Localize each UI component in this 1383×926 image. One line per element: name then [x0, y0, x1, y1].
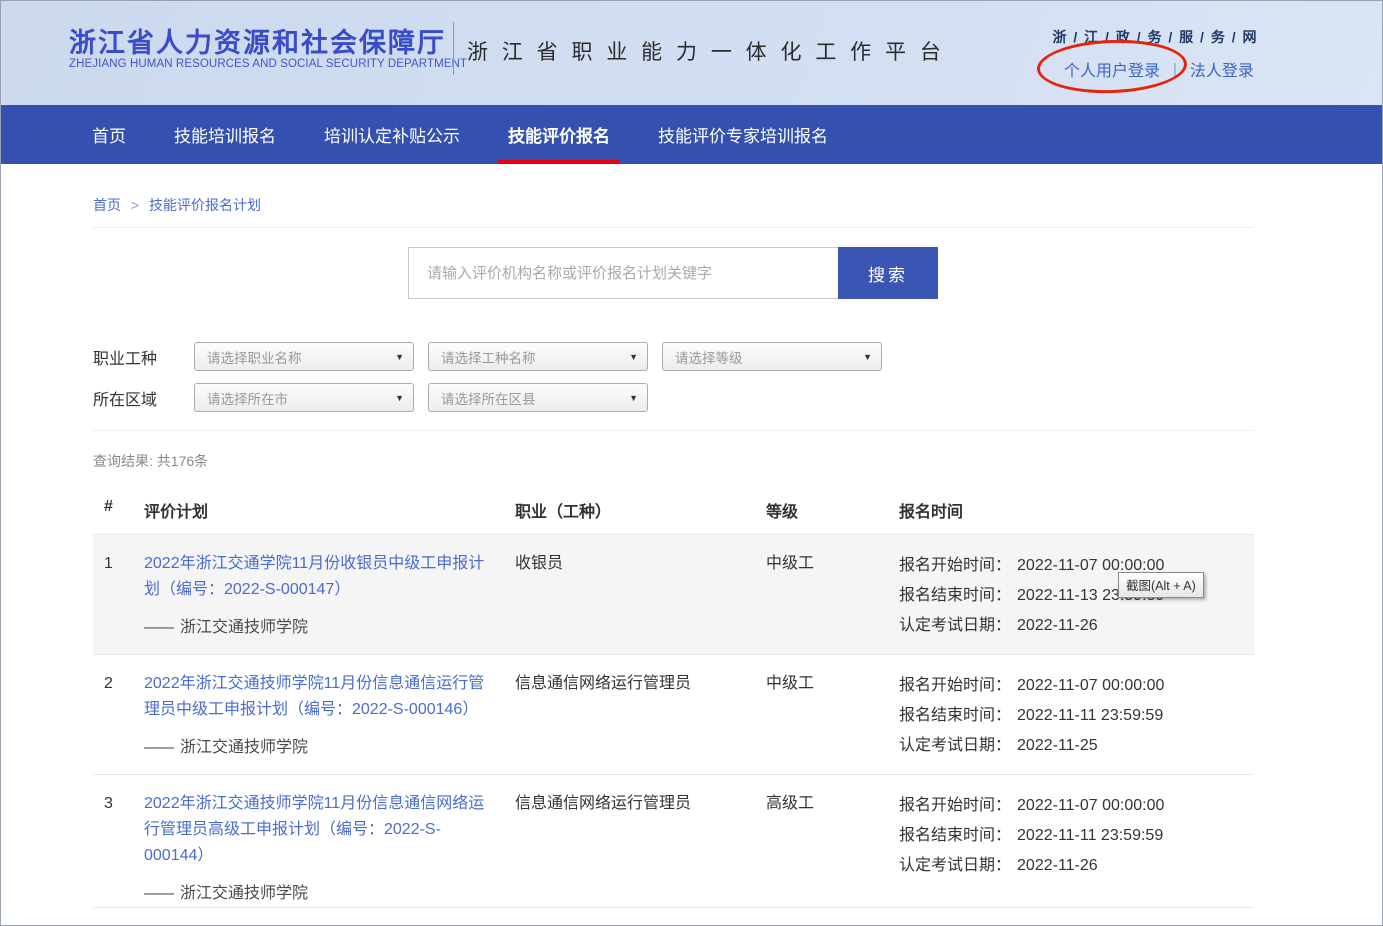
district-select[interactable]: 请选择所在区县 ▼ — [428, 383, 648, 412]
worktype-select[interactable]: 请选择工种名称 ▼ — [428, 342, 648, 371]
plan-link[interactable]: 2022年浙江交通学院11月份收银员中级工申报计划（编号：2022-S-0001… — [144, 551, 496, 603]
chevron-down-icon: ▼ — [629, 352, 638, 362]
plan-link[interactable]: 2022年浙江交通技师学院11月份信息通信网络运行管理员高级工申报计划（编号：2… — [144, 791, 496, 869]
nav-item-training-signup[interactable]: 技能培训报名 — [150, 105, 300, 164]
nav-item-expert-training-signup[interactable]: 技能评价专家培训报名 — [634, 105, 852, 164]
gov-service-net-label: 浙 / 江 / 政 / 务 / 服 / 务 / 网 — [1052, 27, 1258, 47]
corporate-login-link[interactable]: 法人登录 — [1190, 57, 1254, 81]
time-cell: 报名开始时间：2022-11-07 00:00:00 报名结束时间：2022-1… — [899, 671, 1254, 774]
divider — [93, 430, 1254, 431]
table-row: 4 2022年浙江交通技师学院11月份电子商务师四级 电子商务师 中级工 报名开… — [93, 908, 1254, 926]
org-name: ——浙江交通技师学院 — [144, 735, 515, 761]
search-bar: 搜索 — [408, 247, 1254, 299]
chevron-down-icon: ▼ — [863, 352, 872, 362]
main-nav: 首页 技能培训报名 培训认定补贴公示 技能评价报名 技能评价专家培训报名 — [1, 105, 1382, 164]
row-index: 1 — [93, 551, 144, 654]
level-select[interactable]: 请选择等级 ▼ — [662, 342, 882, 371]
content: 首页 > 技能评价报名计划 搜索 职业工种 请选择职业名称 ▼ 请选择工种名称 … — [93, 195, 1254, 926]
table-row: 1 2022年浙江交通学院11月份收银员中级工申报计划（编号：2022-S-00… — [93, 535, 1254, 655]
occupation-name-select[interactable]: 请选择职业名称 ▼ — [194, 342, 414, 371]
personal-login-link[interactable]: 个人用户登录 — [1064, 57, 1160, 81]
breadcrumb-separator: > — [131, 197, 139, 213]
nav-item-home[interactable]: 首页 — [68, 105, 150, 164]
nav-item-skill-evaluation-signup[interactable]: 技能评价报名 — [484, 105, 634, 164]
breadcrumb-home-link[interactable]: 首页 — [93, 197, 121, 213]
plan-table: # 评价计划 职业（工种） 等级 报名时间 1 2022年浙江交通学院11月份收… — [93, 478, 1254, 926]
divider — [93, 227, 1254, 228]
site-banner: 浙江省人力资源和社会保障厅 ZHEJIANG HUMAN RESOURCES A… — [1, 1, 1382, 105]
occupation-cell: 信息通信网络运行管理员 — [515, 791, 766, 907]
nav-item-subsidy-publicity[interactable]: 培训认定补贴公示 — [300, 105, 484, 164]
login-links: 个人用户登录 | 法人登录 — [1064, 57, 1254, 81]
screenshot-tooltip: 截图(Alt + A) — [1118, 572, 1204, 598]
level-cell: 高级工 — [766, 791, 899, 907]
search-input[interactable] — [408, 247, 838, 299]
table-row: 3 2022年浙江交通技师学院11月份信息通信网络运行管理员高级工申报计划（编号… — [93, 775, 1254, 908]
org-name: ——浙江交通技师学院 — [144, 881, 515, 907]
platform-title: 浙 江 省 职 业 能 力 一 体 化 工 作 平 台 — [467, 36, 945, 66]
banner-divider — [453, 22, 454, 75]
col-index: # — [93, 498, 144, 522]
occupation-filter-row: 职业工种 请选择职业名称 ▼ 请选择工种名称 ▼ 请选择等级 ▼ — [93, 342, 1254, 371]
region-filter-row: 所在区域 请选择所在市 ▼ 请选择所在区县 ▼ — [93, 383, 1254, 412]
row-index: 3 — [93, 791, 144, 907]
col-plan: 评价计划 — [144, 498, 515, 522]
chevron-down-icon: ▼ — [629, 393, 638, 403]
page: 浙江省人力资源和社会保障厅 ZHEJIANG HUMAN RESOURCES A… — [0, 0, 1383, 926]
table-header: # 评价计划 职业（工种） 等级 报名时间 — [93, 478, 1254, 535]
level-cell: 中级工 — [766, 671, 899, 774]
row-index: 2 — [93, 671, 144, 774]
org-logo-text: 浙江省人力资源和社会保障厅 — [69, 21, 446, 60]
occupation-cell: 信息通信网络运行管理员 — [515, 671, 766, 774]
org-logo-subtitle: ZHEJIANG HUMAN RESOURCES AND SOCIAL SECU… — [69, 58, 467, 70]
login-separator: | — [1173, 61, 1177, 78]
col-occupation: 职业（工种） — [515, 498, 766, 522]
col-time: 报名时间 — [899, 498, 1254, 522]
level-cell: 中级工 — [766, 551, 899, 654]
table-row: 2 2022年浙江交通技师学院11月份信息通信运行管理员中级工申报计划（编号：2… — [93, 655, 1254, 775]
breadcrumb: 首页 > 技能评价报名计划 — [93, 195, 1254, 215]
search-button[interactable]: 搜索 — [838, 247, 938, 299]
city-select[interactable]: 请选择所在市 ▼ — [194, 383, 414, 412]
chevron-down-icon: ▼ — [395, 393, 404, 403]
time-cell: 报名开始时间：2022-11-07 00:00:00 报名结束时间：2022-1… — [899, 551, 1254, 654]
breadcrumb-current: 技能评价报名计划 — [149, 197, 261, 213]
plan-link[interactable]: 2022年浙江交通技师学院11月份信息通信运行管理员中级工申报计划（编号：202… — [144, 671, 496, 723]
chevron-down-icon: ▼ — [395, 352, 404, 362]
org-name: ——浙江交通技师学院 — [144, 615, 515, 641]
occupation-filter-label: 职业工种 — [93, 345, 194, 369]
col-level: 等级 — [766, 498, 899, 522]
result-count: 查询结果: 共176条 — [93, 451, 1254, 471]
occupation-cell: 收银员 — [515, 551, 766, 654]
time-cell: 报名开始时间：2022-11-07 00:00:00 报名结束时间：2022-1… — [899, 791, 1254, 907]
region-filter-label: 所在区域 — [93, 386, 194, 410]
